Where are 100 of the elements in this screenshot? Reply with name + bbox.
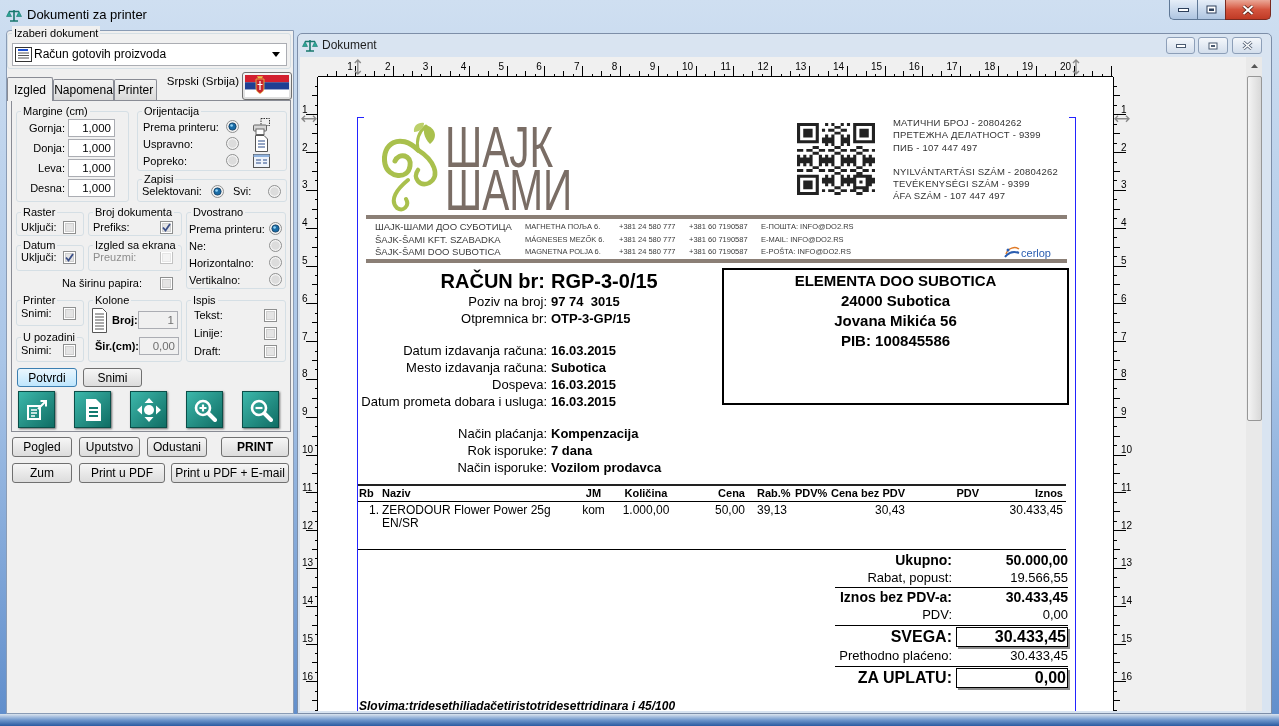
- help-button[interactable]: Uputstvo: [79, 437, 140, 457]
- pan-button[interactable]: [130, 391, 167, 428]
- margin-marker-icon[interactable]: [354, 59, 362, 75]
- export-page-button[interactable]: [18, 391, 55, 428]
- save-button[interactable]: Snimi: [83, 368, 142, 387]
- checkbox[interactable]: [63, 343, 76, 357]
- margin-marker-icon[interactable]: [1114, 115, 1130, 123]
- radio-button[interactable]: [226, 120, 239, 133]
- radio-button[interactable]: [226, 137, 239, 150]
- zoom-out-button[interactable]: [242, 391, 279, 428]
- totals-value: 50.000,00: [1005, 552, 1068, 569]
- group-title: Printer: [21, 293, 58, 307]
- margin-marker-icon[interactable]: [1072, 59, 1080, 75]
- tab[interactable]: Izgled: [7, 77, 53, 101]
- text-field[interactable]: 1,000: [68, 159, 115, 177]
- tab[interactable]: Napomena: [53, 79, 114, 100]
- close-button[interactable]: [1225, 0, 1271, 20]
- field-label: Prema printeru:: [189, 221, 265, 236]
- checkbox[interactable]: [160, 220, 173, 234]
- confirm-button[interactable]: Potvrdi: [17, 368, 77, 387]
- scrollbar-thumb[interactable]: [1246, 76, 1262, 421]
- language-label: Srpski (Srbija): [166, 74, 239, 88]
- ruler-number: 12: [1121, 519, 1133, 531]
- ruler-number: 5: [302, 255, 308, 266]
- radio-button[interactable]: [269, 222, 282, 235]
- zoom-in-button[interactable]: [186, 391, 223, 428]
- checkbox[interactable]: [264, 326, 277, 340]
- ruler-number: 10: [302, 444, 314, 455]
- cancel-button[interactable]: Odustani: [147, 437, 207, 457]
- ruler-number: 15: [870, 61, 882, 72]
- radio-button[interactable]: [268, 184, 281, 198]
- ruler-number: 1: [347, 61, 353, 72]
- totals-label: Ukupno:: [895, 552, 952, 569]
- radio-button[interactable]: [269, 239, 282, 252]
- radio-button[interactable]: [269, 273, 282, 286]
- registry-text: ПРЕТЕЖНА ДЕЛАТНОСТ - 9399: [893, 129, 1041, 142]
- text-field[interactable]: 1,000: [68, 139, 115, 157]
- ruler-number: 11: [302, 481, 313, 493]
- field-value: Subotica: [551, 359, 606, 376]
- text-field[interactable]: 1,000: [68, 119, 115, 137]
- minimize-button[interactable]: [1169, 0, 1197, 20]
- minimize-icon: [1178, 7, 1189, 12]
- print-pdf-button[interactable]: Print u PDF: [79, 463, 165, 483]
- ruler-number: 5: [1121, 255, 1127, 266]
- ruler-number: 14: [833, 61, 845, 72]
- ruler-number: 16: [302, 670, 314, 682]
- flag-icon: [245, 75, 289, 97]
- ruler-number: 19: [1022, 61, 1034, 72]
- totals-label: Iznos bez PDV-a:: [839, 589, 952, 606]
- maximize-button[interactable]: [1197, 0, 1225, 20]
- group-title: Datum: [21, 238, 58, 252]
- registry-text: NYILVÁNTARTÁSI SZÁM - 20804262: [893, 165, 1058, 179]
- tab[interactable]: Printer: [114, 79, 157, 100]
- portrait-page-icon: [255, 135, 268, 152]
- registry-text: ПИБ - 107 447 497: [893, 141, 978, 154]
- field-label: Popreko:: [143, 153, 188, 168]
- margin-marker-icon[interactable]: [301, 115, 317, 123]
- ruler-number: 2: [1121, 141, 1127, 153]
- checkbox[interactable]: [264, 344, 277, 358]
- column-header: Rb: [359, 487, 374, 500]
- checkbox[interactable]: [160, 276, 173, 290]
- checkbox-label: Prefiks:: [93, 220, 130, 234]
- minimize-button[interactable]: [1166, 37, 1195, 54]
- checkbox-label: Snimi:: [21, 306, 52, 320]
- table-cell: 1.000,00: [622, 504, 670, 517]
- field-value: Vozilom prodavca: [551, 459, 662, 476]
- checkbox[interactable]: [63, 306, 76, 320]
- logo-text: cerlop: [1021, 247, 1051, 259]
- zoom-button[interactable]: Zum: [12, 463, 72, 483]
- ruler-number: 1: [1121, 103, 1127, 115]
- ruler-number: 3: [1121, 179, 1127, 191]
- ruler-number: 8: [302, 368, 308, 380]
- checkbox[interactable]: [264, 308, 277, 322]
- ruler-number: 2: [385, 61, 391, 72]
- scales-icon: [302, 39, 318, 52]
- document-button[interactable]: [74, 391, 111, 428]
- print-pdf-email-button[interactable]: Print u PDF + E-mail: [171, 463, 289, 483]
- maximize-icon: [1208, 41, 1218, 50]
- document-dropdown[interactable]: Račun gotovih proizvoda: [12, 43, 287, 66]
- radio-button[interactable]: [226, 154, 239, 167]
- amount-in-words: Slovima:tridesethiliadačetiristotridesettridinara i 45/100: [359, 700, 676, 711]
- column-header: Cena: [718, 487, 745, 500]
- text-field[interactable]: 1,000: [68, 179, 115, 197]
- checkbox[interactable]: [63, 250, 76, 264]
- restore-button[interactable]: [1198, 37, 1228, 54]
- field-value: 16.03.2015: [551, 393, 617, 410]
- language-button[interactable]: [242, 72, 292, 100]
- ruler-number: 11: [720, 61, 731, 72]
- field-label: Datum prometa dobara i usluga:: [361, 393, 547, 410]
- totals-value: 0,00: [1042, 606, 1068, 623]
- view-button[interactable]: Pogled: [12, 437, 72, 457]
- qr-code-icon: [797, 123, 875, 195]
- document-title: Dokument: [322, 38, 377, 53]
- ruler-number: 11: [1121, 481, 1132, 493]
- ruler-number: 18: [984, 61, 996, 72]
- print-button[interactable]: PRINT: [221, 437, 289, 457]
- radio-button[interactable]: [211, 184, 224, 198]
- radio-button[interactable]: [269, 256, 282, 269]
- field-label: Otpremnica br:: [461, 310, 547, 327]
- checkbox[interactable]: [63, 220, 76, 234]
